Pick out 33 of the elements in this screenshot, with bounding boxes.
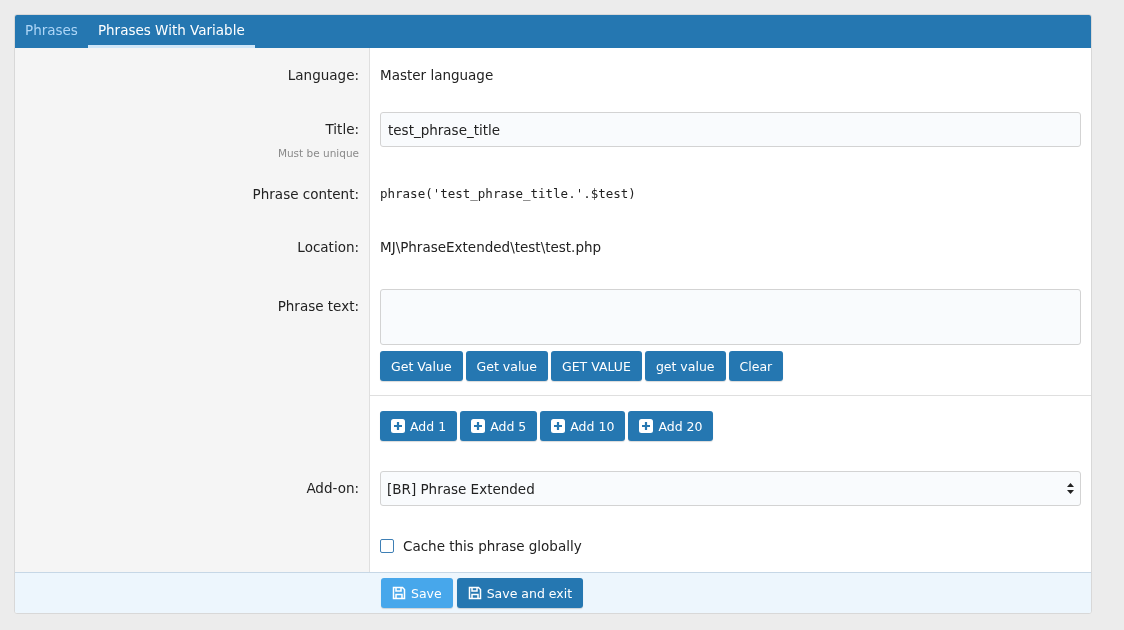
field-label: Language: — [286, 66, 359, 85]
field-label: Phrase text: — [276, 297, 359, 316]
save-button[interactable]: Save — [381, 578, 453, 608]
get-value-button[interactable]: Get Value — [380, 351, 463, 381]
plus-icon — [551, 419, 566, 433]
field-label: Add-on: — [305, 479, 359, 498]
get-value-button[interactable]: Clear — [728, 351, 784, 381]
field-label: Phrase content: — [251, 185, 359, 204]
get-value-button[interactable]: get value — [644, 351, 726, 381]
field-value: Master language — [380, 66, 495, 85]
code-value: phrase('test_phrase_title.'.$test) — [380, 185, 637, 203]
tab[interactable]: Phrases — [15, 15, 88, 48]
field-label: Title: — [324, 120, 359, 139]
add-button[interactable]: Add 10 — [540, 411, 626, 441]
plus-icon — [639, 419, 654, 433]
field-hint: Must be unique — [276, 147, 359, 159]
plus-icon — [471, 419, 486, 433]
checkbox[interactable] — [380, 539, 394, 553]
get-value-button[interactable]: Get value — [465, 351, 548, 381]
plus-icon — [391, 419, 405, 433]
save-icon — [392, 586, 406, 600]
add-button[interactable]: Add 1 — [380, 411, 458, 441]
add-button[interactable]: Add 5 — [460, 411, 538, 441]
field-value: MJ\PhraseExtended\test\test.php — [380, 238, 603, 257]
addon-select[interactable]: [BR] Phrase Extended — [380, 471, 1081, 506]
field-label: Location: — [296, 238, 359, 257]
cache-checkbox[interactable]: Cache this phrase globally — [380, 536, 1081, 556]
title-input[interactable]: test_phrase_title — [380, 112, 1081, 147]
get-value-button[interactable]: GET VALUE — [551, 351, 642, 381]
add-button[interactable]: Add 20 — [628, 411, 714, 441]
dropdown-caret-icon — [1067, 483, 1074, 494]
save-button[interactable]: Save and exit — [456, 578, 584, 608]
save-icon — [467, 586, 482, 600]
